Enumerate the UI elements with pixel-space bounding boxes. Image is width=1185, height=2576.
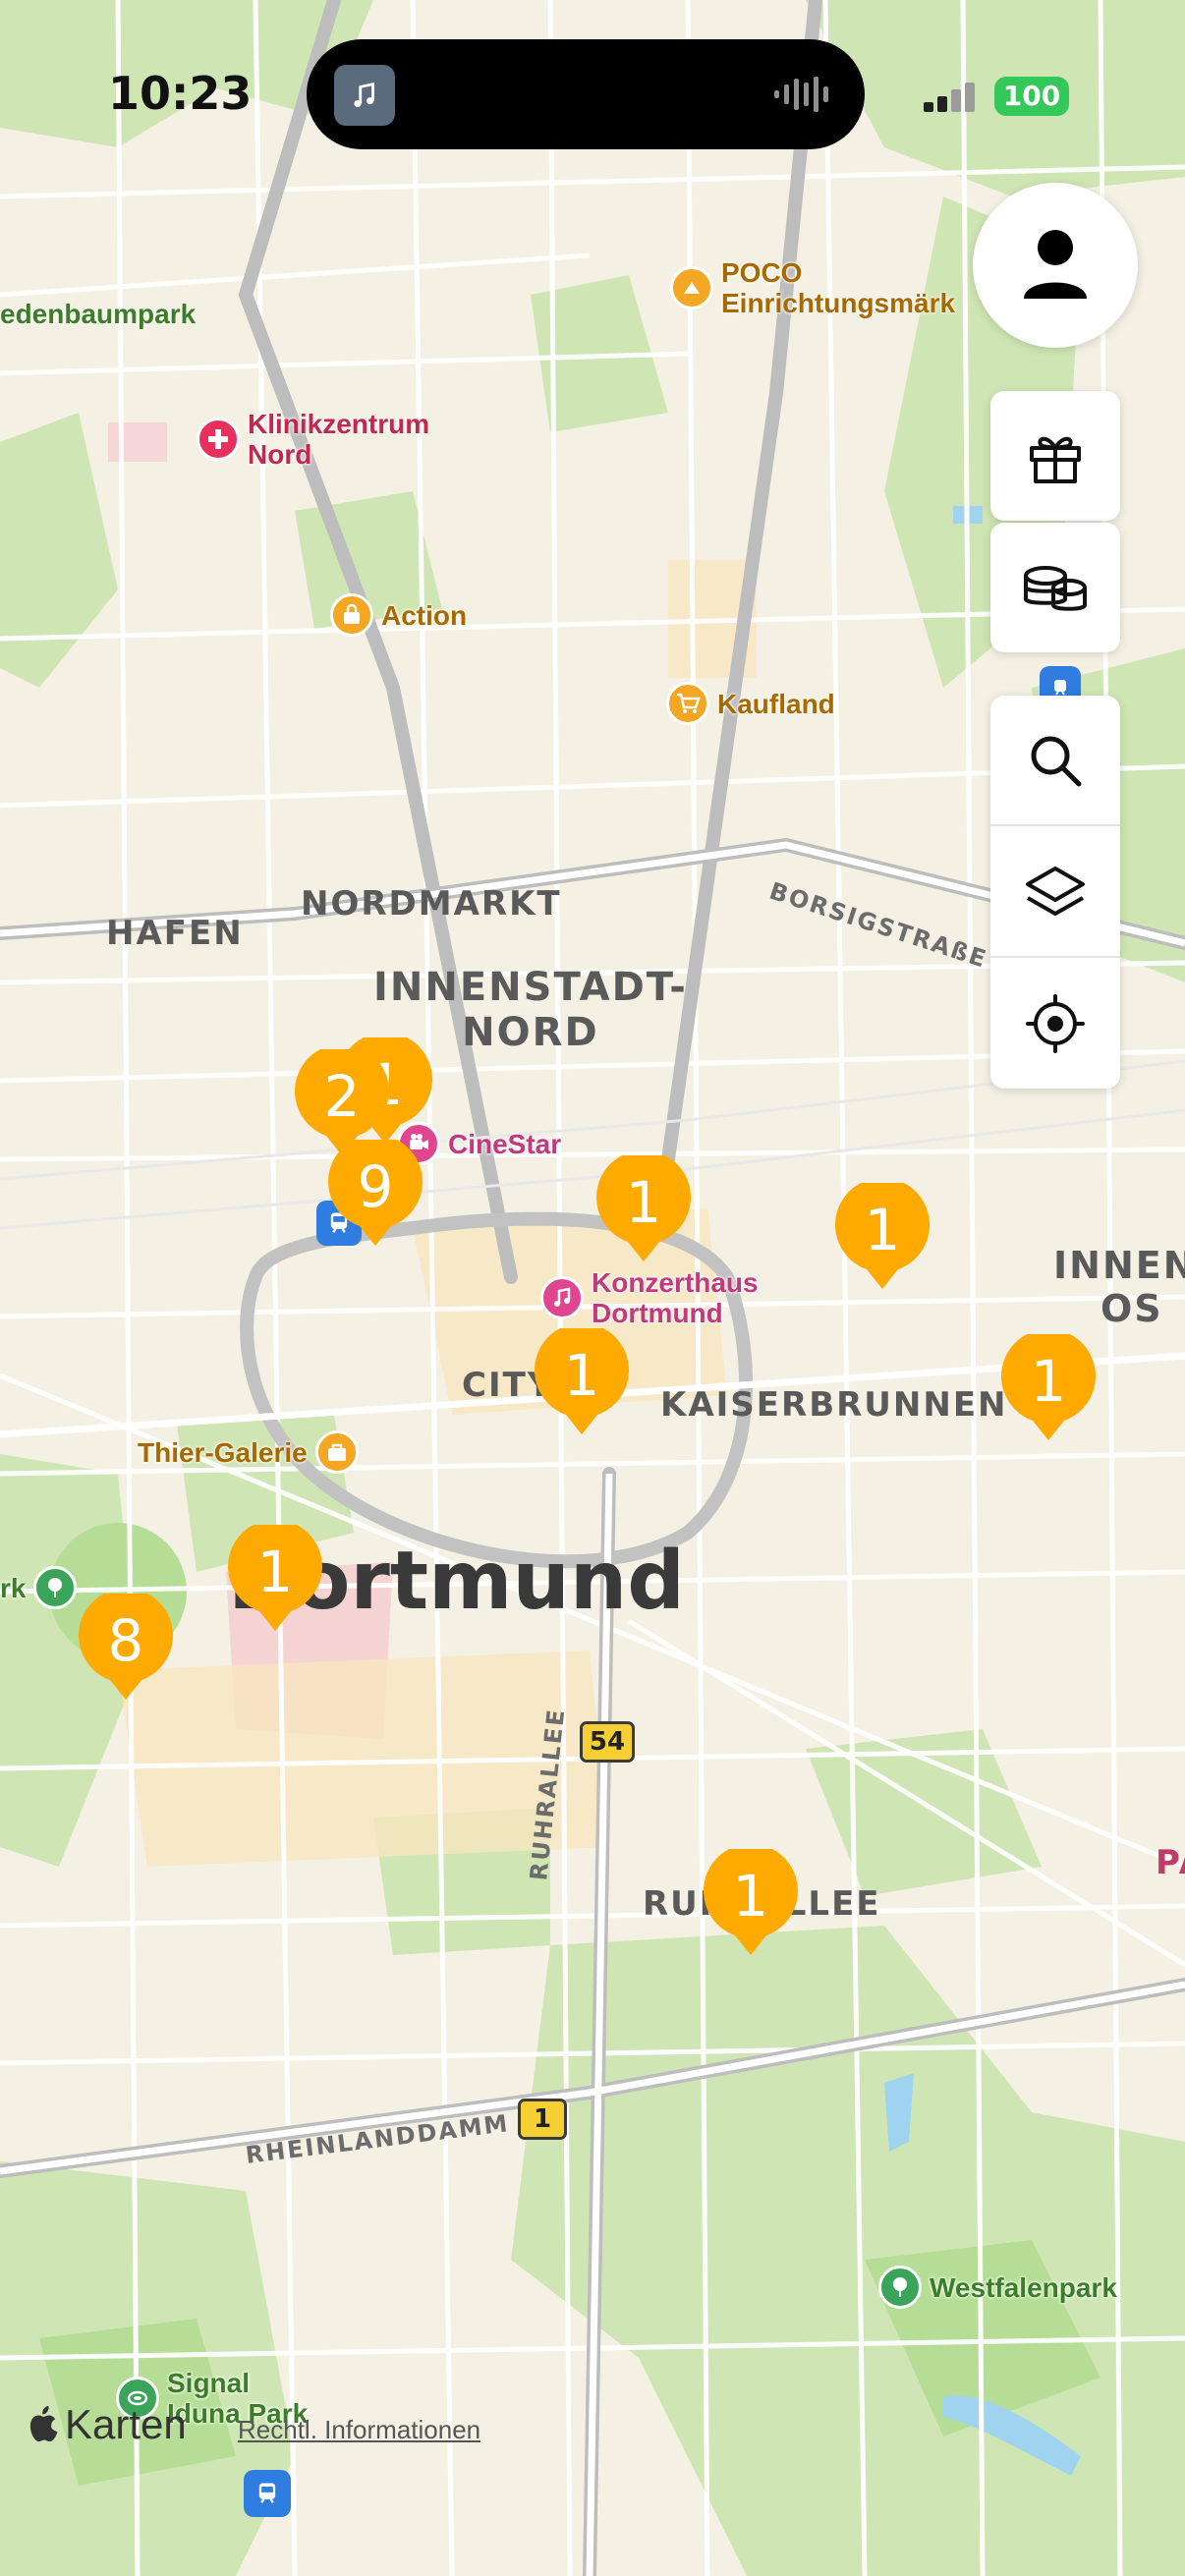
map-marker-count: 2 xyxy=(323,1063,361,1130)
poi-park-north[interactable]: edenbaumpark xyxy=(0,299,196,329)
karten-label: Karten xyxy=(65,2401,187,2447)
poi-konzerthaus-label: Konzerthaus Dortmund xyxy=(592,1267,759,1328)
gift-button[interactable] xyxy=(990,391,1120,521)
music-app-icon xyxy=(334,65,395,126)
district-innenstadt-ost-line1: INNENS xyxy=(1053,1244,1185,1287)
road-shield-b1: 1 xyxy=(518,2099,567,2140)
district-kaiserbrunnen: KAISERBRUNNEN xyxy=(660,1385,1008,1425)
cellular-signal-icon xyxy=(924,83,975,112)
map-marker-count: 1 xyxy=(256,1539,294,1605)
district-edge: PA xyxy=(1156,1843,1185,1882)
tree-icon xyxy=(33,1566,78,1609)
poi-konzerthaus-line1: Konzerthaus xyxy=(592,1267,759,1298)
poi-klinikzentrum-label: Klinikzentrum Nord xyxy=(248,409,429,470)
battery-indicator: 100 xyxy=(994,77,1069,116)
coins-icon xyxy=(1024,566,1087,611)
status-time: 10:23 xyxy=(108,67,253,120)
map-marker-count: 1 xyxy=(864,1197,901,1263)
shopping-cart-icon xyxy=(666,682,709,725)
poi-action-label: Action xyxy=(381,599,468,631)
map-marker[interactable]: 8 xyxy=(77,1594,175,1704)
map-marker-count: 8 xyxy=(107,1607,144,1674)
music-note-icon xyxy=(540,1276,584,1319)
poi-signal-line1: Signal xyxy=(167,2368,251,2398)
map-marker-count: 1 xyxy=(563,1342,600,1409)
legal-information-link[interactable]: Rechtl. Informationen xyxy=(238,2415,480,2445)
poi-poco[interactable]: POCO Einrichtungsmärk xyxy=(670,257,955,318)
poi-action[interactable]: Action xyxy=(330,593,467,637)
poi-park-left-label: rk xyxy=(0,1572,27,1603)
poi-konzerthaus[interactable]: Konzerthaus Dortmund xyxy=(540,1267,759,1328)
profile-button[interactable] xyxy=(973,183,1138,348)
layers-button[interactable] xyxy=(990,827,1120,957)
poi-poco-label: POCO Einrichtungsmärk xyxy=(721,257,955,318)
controls-divider xyxy=(990,824,1120,826)
coins-button[interactable] xyxy=(990,523,1120,652)
furniture-store-icon xyxy=(670,266,713,309)
poi-westfalenpark-label: Westfalenpark xyxy=(930,2271,1117,2303)
locate-me-button[interactable] xyxy=(990,959,1120,1089)
poi-thier-galerie[interactable]: Thier-Galerie xyxy=(138,1430,359,1474)
search-icon xyxy=(1031,736,1082,787)
poi-kaufland-label: Kaufland xyxy=(717,688,835,719)
crosshair-icon xyxy=(1026,994,1085,1053)
poi-klinikzentrum-line2: Nord xyxy=(248,439,312,470)
poi-klinikzentrum-line1: Klinikzentrum xyxy=(248,409,430,439)
poi-poco-line2: Einrichtungsmärk xyxy=(721,288,956,318)
train-station-icon[interactable] xyxy=(244,2470,291,2517)
apple-logo-icon xyxy=(29,2405,58,2441)
map-marker[interactable]: 1 xyxy=(833,1183,931,1293)
poi-park-north-label: edenbaumpark xyxy=(0,299,197,329)
map-marker-count: 1 xyxy=(625,1169,662,1236)
search-button[interactable] xyxy=(990,696,1120,825)
tree-icon xyxy=(878,2266,922,2309)
apple-maps-attribution: Karten xyxy=(28,2401,187,2448)
district-innenstadt-nord-line1: INNENSTADT- xyxy=(373,965,688,1010)
map-marker[interactable]: 9 xyxy=(326,1140,424,1250)
poi-westfalenpark[interactable]: Westfalenpark xyxy=(878,2266,1117,2309)
poi-klinikzentrum[interactable]: Klinikzentrum Nord xyxy=(197,409,429,470)
map-marker-count: 9 xyxy=(357,1153,394,1220)
poi-park-left[interactable]: rk xyxy=(0,1566,78,1609)
map-marker[interactable]: 1 xyxy=(702,1849,800,1959)
gift-icon xyxy=(1030,436,1081,483)
layers-icon xyxy=(1026,867,1085,916)
audio-waveform-icon xyxy=(774,77,828,112)
hospital-icon xyxy=(197,418,240,461)
poi-konzerthaus-line2: Dortmund xyxy=(592,1298,723,1328)
road-shield-b54: 54 xyxy=(580,1721,635,1763)
poi-kaufland[interactable]: Kaufland xyxy=(666,682,835,725)
poi-cinestar-label: CineStar xyxy=(448,1128,562,1159)
poi-poco-line1: POCO xyxy=(721,257,803,288)
map-marker[interactable]: 1 xyxy=(226,1525,324,1635)
map-controls-group xyxy=(990,696,1120,1089)
person-icon xyxy=(1024,230,1087,299)
district-innenstadt-ost: INNENS OS xyxy=(1053,1244,1185,1330)
controls-divider xyxy=(990,956,1120,958)
district-nordmarkt: NORDMARKT xyxy=(301,884,562,924)
district-innenstadt-ost-line2: OS xyxy=(1100,1287,1163,1330)
map-marker-count: 1 xyxy=(732,1863,769,1930)
district-hafen: HAFEN xyxy=(106,914,244,953)
map-marker[interactable]: 1 xyxy=(999,1334,1098,1444)
shopping-bag-icon xyxy=(330,593,373,637)
dynamic-island[interactable] xyxy=(307,39,865,149)
poi-thier-galerie-label: Thier-Galerie xyxy=(138,1436,308,1468)
map-marker-count: 1 xyxy=(1030,1348,1067,1415)
shopping-mall-icon xyxy=(314,1430,359,1474)
map-marker[interactable]: 1 xyxy=(533,1328,631,1438)
map-marker[interactable]: 1 xyxy=(594,1155,693,1265)
